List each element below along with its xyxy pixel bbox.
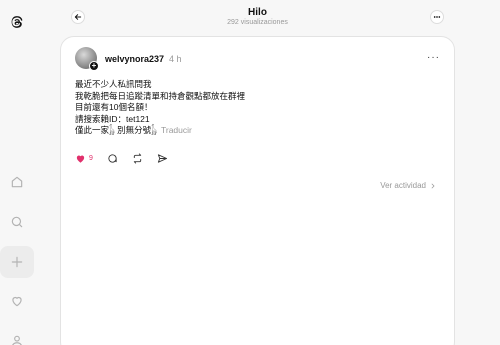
home-icon[interactable] (0, 167, 34, 197)
like-button[interactable]: 9 (75, 153, 93, 164)
post-line: 我乾脆把每日追蹤清單和持倉觀點都放在群裡 (75, 90, 246, 101)
header-more-button[interactable] (430, 10, 444, 24)
post-more-icon[interactable]: ··· (427, 52, 440, 63)
avatar[interactable]: + (75, 47, 99, 71)
more-dots-icon (433, 16, 441, 18)
post-time: 4 h (169, 54, 182, 64)
left-sidebar (0, 0, 34, 345)
thread-header: Hilo 292 visualizaciones (60, 0, 455, 36)
heart-icon[interactable] (0, 286, 34, 316)
translate-link[interactable]: Traducir (161, 125, 192, 135)
view-activity-link[interactable]: Ver actividad (380, 181, 436, 190)
thread-card: + welvynora237 4 h ··· 最近不少人私訊問我 我乾脆把每日追… (60, 36, 455, 345)
post-line-last: 僅此一家𓃱 別無分號𓃱 Traducir (75, 125, 440, 137)
post-line: 目前還有10個名額！ (75, 102, 153, 112)
search-icon[interactable] (0, 207, 34, 237)
threads-logo-icon[interactable] (0, 7, 34, 37)
post-actions: 9 (75, 151, 182, 165)
view-count: 292 visualizaciones (227, 19, 288, 26)
follow-plus-icon[interactable]: + (89, 61, 99, 71)
repost-icon (133, 152, 142, 164)
profile-icon[interactable] (0, 326, 34, 345)
send-icon (157, 153, 167, 163)
post-line: 最近不少人私訊問我 (75, 79, 152, 89)
chevron-right-icon (431, 183, 435, 188)
like-count: 9 (89, 154, 93, 162)
heart-filled-icon (76, 155, 85, 163)
create-plus-icon[interactable] (0, 246, 34, 278)
post-username[interactable]: welvynora237 (105, 54, 164, 64)
post-body: 最近不少人私訊問我 我乾脆把每日追蹤清單和持倉觀點都放在群裡 目前還有10個名額… (75, 79, 440, 137)
comment-icon (108, 153, 117, 163)
post-line: 僅此一家𓃱 別無分號𓃱 (75, 125, 157, 135)
page-title: Hilo (248, 7, 267, 18)
view-activity-label: Ver actividad (380, 181, 426, 190)
repost-button[interactable] (132, 152, 143, 164)
reply-button[interactable] (107, 153, 118, 164)
post-line: 請搜索賴ID：tet121 (75, 113, 150, 124)
share-button[interactable] (157, 153, 168, 164)
